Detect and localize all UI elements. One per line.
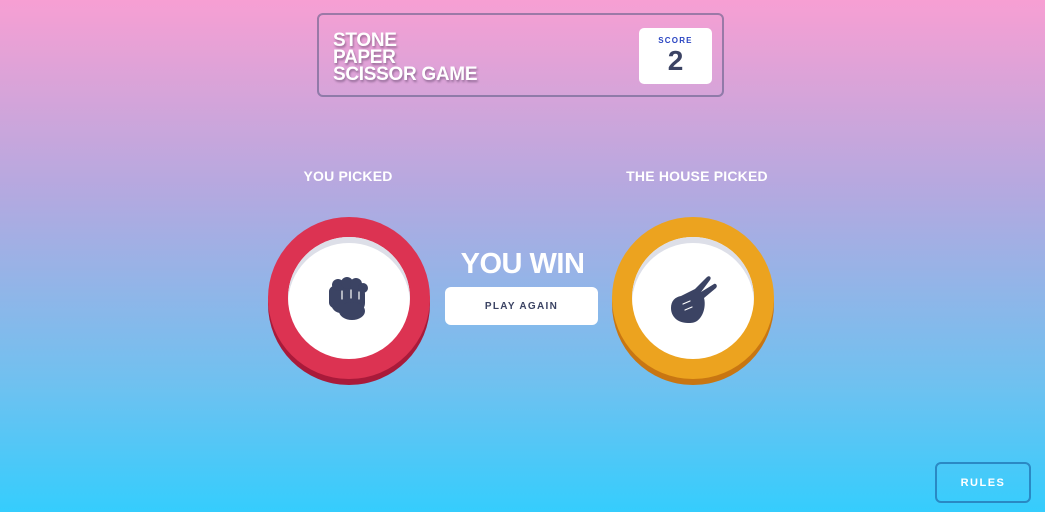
rules-button[interactable]: RULES <box>935 462 1031 503</box>
score-value: 2 <box>667 45 684 76</box>
house-scissors-token <box>612 217 774 379</box>
result-text: YOU WIN <box>460 248 585 280</box>
scissors-hand-icon <box>671 276 717 323</box>
player-token-face <box>288 237 410 359</box>
title-line-3: SCISSOR GAME <box>333 64 478 85</box>
game-header: STONE PAPER SCISSOR GAME SCORE 2 <box>317 13 724 97</box>
player-rock-token <box>268 217 430 379</box>
play-again-button[interactable]: PLAY AGAIN <box>445 287 598 325</box>
player-picked-label: YOU PICKED <box>303 168 393 184</box>
score-box: SCORE 2 <box>639 28 712 84</box>
house-token-face <box>632 237 754 359</box>
rock-hand-icon <box>329 277 368 320</box>
house-picked-label: THE HOUSE PICKED <box>626 168 768 184</box>
game-title: STONE PAPER SCISSOR GAME <box>333 31 478 85</box>
score-label: SCORE <box>658 36 693 45</box>
